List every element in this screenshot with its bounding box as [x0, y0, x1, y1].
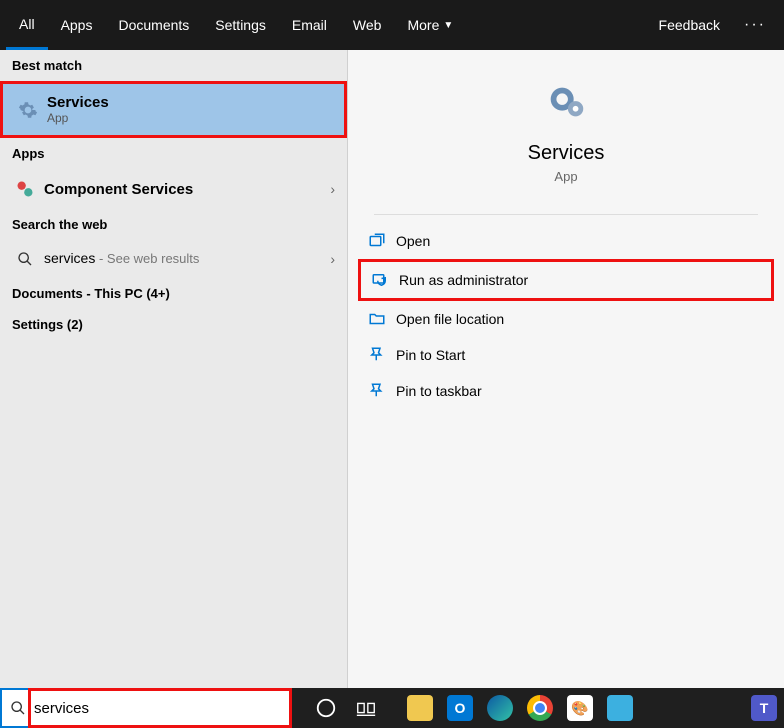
pin-icon — [368, 346, 396, 364]
action-pin-to-taskbar[interactable]: Pin to taskbar — [358, 373, 774, 409]
feedback-link[interactable]: Feedback — [647, 17, 732, 33]
tab-settings[interactable]: Settings — [202, 0, 279, 50]
web-result[interactable]: services - See web results › — [0, 240, 347, 278]
taskbar: O 🎨 T — [0, 688, 784, 728]
tab-documents[interactable]: Documents — [105, 0, 202, 50]
taskbar-search-box[interactable] — [0, 688, 292, 728]
apps-header: Apps — [0, 138, 347, 169]
chevron-down-icon: ▼ — [443, 20, 453, 31]
action-list: Open Run as administrator Open file loca… — [348, 223, 784, 409]
tab-label: All — [19, 16, 35, 32]
tab-apps[interactable]: Apps — [48, 0, 106, 50]
component-services-icon — [12, 179, 38, 199]
tab-label: Apps — [61, 17, 93, 33]
best-match-header: Best match — [0, 50, 347, 81]
taskbar-paint-icon[interactable]: 🎨 — [560, 688, 600, 728]
web-suffix: - See web results — [95, 251, 199, 266]
open-icon — [368, 232, 396, 250]
best-match-result[interactable]: Services App — [0, 81, 347, 138]
result-title: Component Services — [44, 181, 330, 198]
tab-email[interactable]: Email — [279, 0, 340, 50]
apps-result-component-services[interactable]: Component Services › — [0, 169, 347, 209]
preview-title: Services — [348, 142, 784, 165]
admin-shield-icon — [371, 271, 399, 289]
taskbar-notepad-icon[interactable] — [600, 688, 640, 728]
search-icon — [12, 251, 38, 267]
action-label: Pin to taskbar — [396, 383, 482, 399]
search-input[interactable] — [34, 700, 282, 717]
action-label: Open — [396, 233, 430, 249]
taskbar-edge-icon[interactable] — [480, 688, 520, 728]
action-open-file-location[interactable]: Open file location — [358, 301, 774, 337]
action-label: Open file location — [396, 311, 504, 327]
result-subtitle: App — [47, 111, 332, 125]
chevron-right-icon: › — [330, 251, 335, 267]
search-web-header: Search the web — [0, 209, 347, 240]
tab-label: Settings — [215, 17, 266, 33]
divider — [374, 214, 758, 215]
services-large-gear-icon — [543, 80, 589, 126]
tab-more[interactable]: More ▼ — [394, 0, 466, 50]
taskbar-task-view-icon[interactable] — [346, 688, 386, 728]
taskbar-outlook-icon[interactable]: O — [440, 688, 480, 728]
web-term: services — [44, 250, 95, 266]
more-options-icon[interactable]: ··· — [732, 16, 778, 34]
tab-label: More — [407, 17, 439, 33]
taskbar-teams-icon[interactable]: T — [744, 688, 784, 728]
result-title: Services — [47, 94, 332, 111]
settings-header[interactable]: Settings (2) — [0, 309, 347, 340]
preview-subtitle: App — [348, 169, 784, 184]
folder-icon — [368, 310, 396, 328]
action-run-as-administrator[interactable]: Run as administrator — [358, 259, 774, 301]
tab-label: Documents — [118, 17, 189, 33]
tab-label: Web — [353, 17, 382, 33]
documents-header[interactable]: Documents - This PC (4+) — [0, 278, 347, 309]
services-gear-icon — [15, 100, 41, 120]
action-label: Run as administrator — [399, 272, 528, 288]
taskbar-chrome-icon[interactable] — [520, 688, 560, 728]
main-area: Best match Services App Apps Component S… — [0, 50, 784, 688]
pin-icon — [368, 382, 396, 400]
preview-panel: Services App Open Run as administrator O… — [348, 50, 784, 688]
search-icon — [10, 700, 26, 716]
tab-label: Email — [292, 17, 327, 33]
tab-web[interactable]: Web — [340, 0, 395, 50]
chevron-right-icon: › — [330, 181, 335, 197]
action-open[interactable]: Open — [358, 223, 774, 259]
results-panel: Best match Services App Apps Component S… — [0, 50, 348, 688]
action-pin-to-start[interactable]: Pin to Start — [358, 337, 774, 373]
tab-all[interactable]: All — [6, 0, 48, 50]
action-label: Pin to Start — [396, 347, 465, 363]
filter-tabs-bar: All Apps Documents Settings Email Web Mo… — [0, 0, 784, 50]
taskbar-cortana-icon[interactable] — [306, 688, 346, 728]
taskbar-file-explorer-icon[interactable] — [400, 688, 440, 728]
